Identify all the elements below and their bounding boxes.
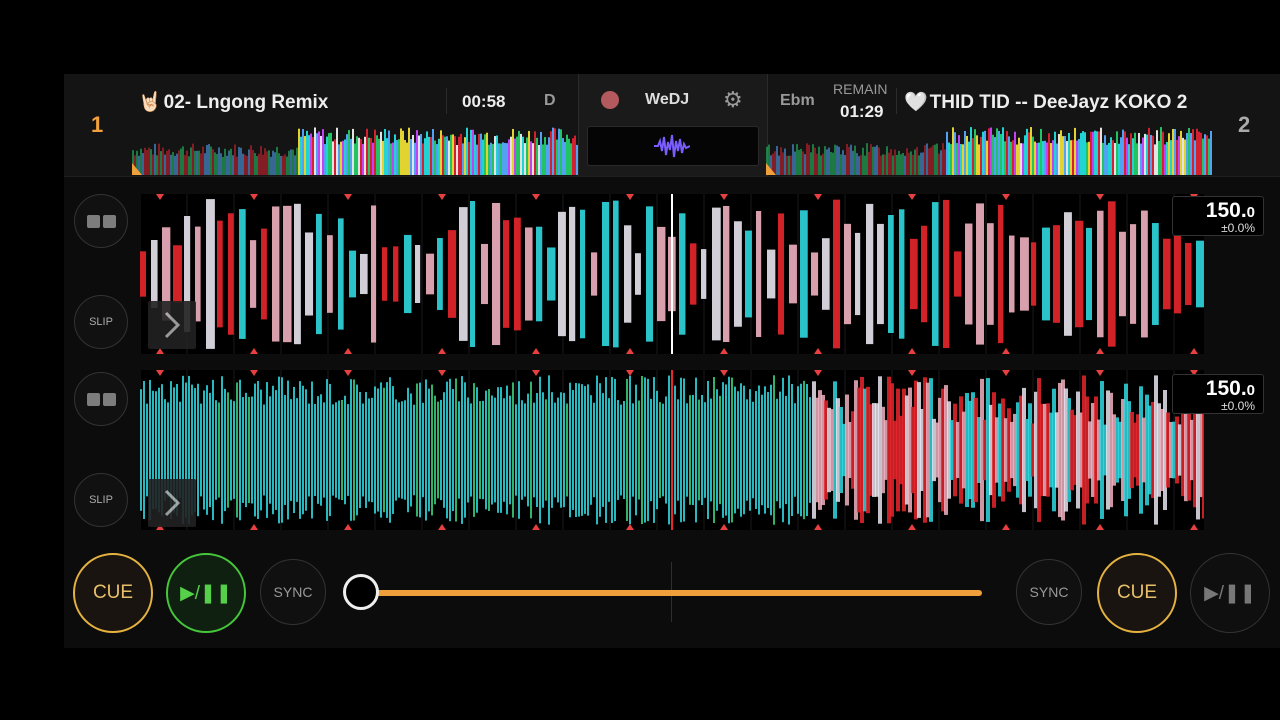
waveform-toggle-button[interactable] (587, 126, 759, 166)
deck1-number[interactable]: 1 (91, 112, 103, 138)
deck2-pitch: ±0.0% (1221, 399, 1255, 413)
deck1-slip-button[interactable]: SLIP (74, 295, 128, 349)
deck1-bpm-decimal: 0 (1246, 204, 1255, 221)
deck1-overview-waveform[interactable] (132, 127, 578, 175)
deck1-bpm-display[interactable]: 150.0 ±0.0% (1172, 196, 1264, 236)
deck2-key: Ebm (780, 92, 815, 109)
deck2-bpm-display[interactable]: 150.0 ±0.0% (1172, 374, 1264, 414)
deck2-pad-mode-button[interactable] (74, 372, 128, 426)
chevron-right-icon (164, 311, 181, 339)
deck1-play-pause-button[interactable]: ▶/❚❚ (166, 553, 246, 633)
deck2-sync-button[interactable]: SYNC (1016, 559, 1082, 625)
deck2-overview-waveform[interactable] (766, 127, 1212, 175)
deck1-cue-button[interactable]: CUE (73, 553, 153, 633)
deck2-slip-button[interactable]: SLIP (74, 473, 128, 527)
deck2-main-waveform[interactable] (140, 370, 1204, 530)
deck1-key: D (544, 92, 556, 109)
deck1-bpm: 150. (1205, 199, 1247, 222)
chevron-right-icon (164, 489, 181, 517)
deck1-track-title[interactable]: 🤘🏻 02- Lngong Remix (138, 90, 378, 114)
deck2-title-text: THID TID -- DeeJayz KOKO 2 (929, 92, 1188, 113)
record-icon[interactable] (601, 91, 619, 109)
deck1-sync-button[interactable]: SYNC (260, 559, 326, 625)
deck2-bpm: 150. (1205, 377, 1247, 400)
deck1-expand-button[interactable] (148, 301, 196, 349)
deck2-number[interactable]: 2 (1238, 112, 1250, 138)
pad-icon (86, 214, 116, 228)
deck2-cue-button[interactable]: CUE (1097, 553, 1177, 633)
deck1-title-text: 02- Lngong Remix (163, 92, 329, 113)
deck1-pitch: ±0.0% (1221, 221, 1255, 235)
deck1-pad-mode-button[interactable] (74, 194, 128, 248)
crossfader-track[interactable] (362, 590, 982, 596)
divider (446, 88, 447, 114)
header-bar: 1 🤘🏻 02- Lngong Remix 00:58 D WeDJ ⚙ Ebm … (64, 74, 1280, 177)
rock-hand-icon: 🤘🏻 (138, 92, 162, 113)
divider (896, 88, 897, 114)
waveform-icon (654, 134, 690, 158)
deck1-main-waveform[interactable] (140, 194, 1204, 354)
deck2-expand-button[interactable] (148, 479, 196, 527)
white-heart-icon: 🤍 (904, 92, 928, 113)
wedj-app: 1 🤘🏻 02- Lngong Remix 00:58 D WeDJ ⚙ Ebm … (64, 74, 1280, 648)
deck2-remain-label: REMAIN (833, 81, 888, 97)
deck2-track-title[interactable]: 🤍 THID TID -- DeeJayz KOKO 2 (904, 90, 1194, 114)
deck2-play-pause-button[interactable]: ▶/❚❚ (1190, 553, 1270, 633)
deck1-elapsed-time[interactable]: 00:58 (462, 92, 505, 112)
center-panel: WeDJ ⚙ (578, 74, 768, 176)
crossfader-knob[interactable] (343, 574, 379, 610)
deck2-bpm-decimal: 0 (1246, 382, 1255, 399)
pad-icon (86, 392, 116, 406)
brand-logo: WeDJ (645, 91, 690, 108)
deck2-remain-time[interactable]: 01:29 (840, 102, 883, 122)
gear-icon[interactable]: ⚙ (723, 87, 743, 113)
